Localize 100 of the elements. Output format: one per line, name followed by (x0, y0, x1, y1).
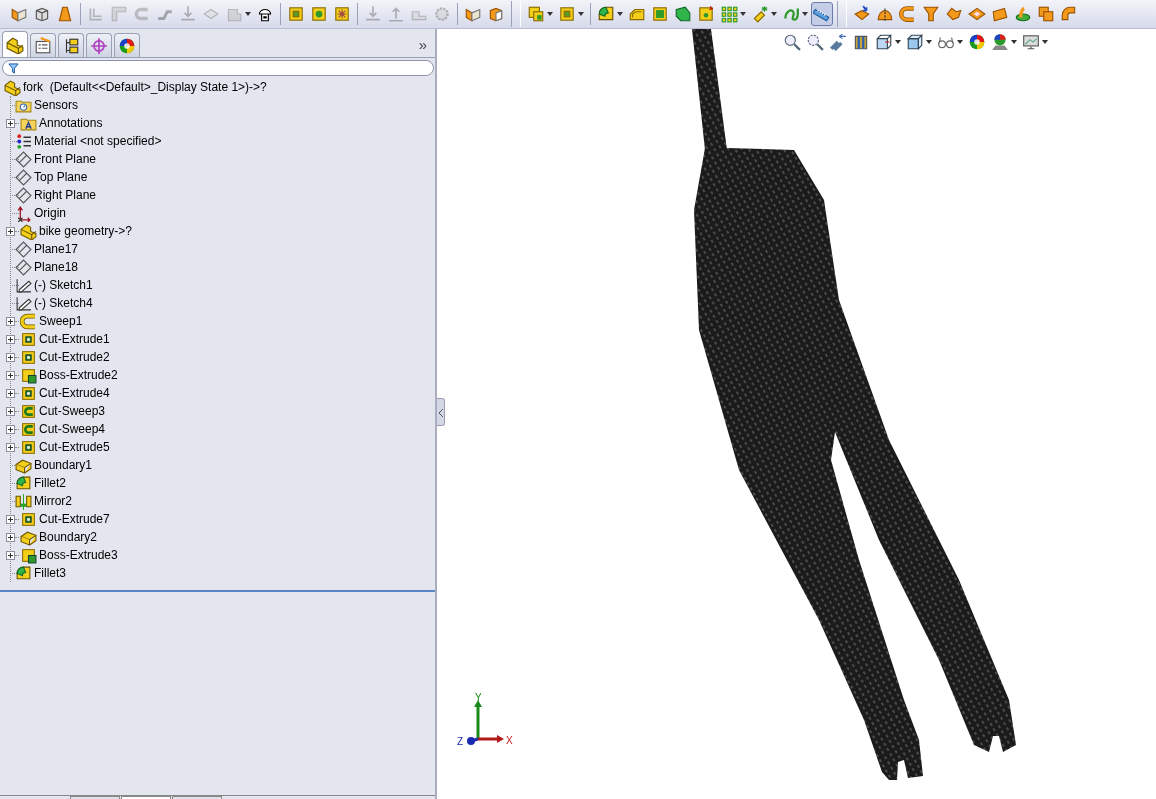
color-ball-icon (968, 33, 986, 51)
tree-item[interactable]: Sweep1 (37, 313, 85, 329)
expand-panel-button[interactable]: » (412, 37, 433, 52)
hook-icon (899, 5, 917, 23)
toolbar-grip[interactable] (511, 1, 521, 27)
expand-toggle[interactable] (6, 550, 15, 560)
bottom-tab[interactable] (172, 796, 222, 799)
panel-tab[interactable] (58, 33, 84, 57)
tree-item[interactable]: bike geometry->? (37, 223, 135, 239)
filter-field[interactable] (2, 60, 434, 76)
expand-toggle[interactable] (6, 424, 15, 434)
diamond-icon (968, 5, 986, 23)
tree-item[interactable]: Front Plane (32, 151, 99, 167)
expand-toggle[interactable] (6, 532, 15, 542)
tree-item[interactable]: Plane18 (32, 259, 81, 275)
tree-item[interactable]: Cut-Extrude4 (37, 385, 112, 401)
panel-tab[interactable] (2, 31, 28, 57)
box-icon (697, 5, 715, 23)
binoculars-button[interactable] (828, 32, 848, 52)
sheet-stack-icon (1037, 5, 1055, 23)
x-axis-label: X (506, 735, 513, 746)
expand-toggle[interactable] (6, 388, 15, 398)
cube-icon (33, 5, 51, 23)
tree-item[interactable]: Top Plane (32, 169, 90, 185)
tree-item[interactable]: Annotations (37, 115, 105, 131)
tree-item[interactable]: (-) Sketch1 (32, 277, 95, 293)
tree-item[interactable]: Right Plane (32, 187, 99, 203)
tree-item[interactable]: Boss-Extrude3 (37, 547, 120, 563)
section-view-icon (852, 33, 870, 51)
part-icon (6, 35, 24, 54)
tree-item[interactable]: Cut-Sweep3 (37, 403, 108, 419)
cut-feature-icon (20, 348, 37, 366)
cut-sweep-feature-icon (20, 420, 37, 438)
color-ball-button[interactable] (967, 32, 987, 52)
bottom-tab[interactable] (121, 796, 171, 799)
tree-item[interactable]: Boundary2 (37, 529, 100, 545)
axis-triad-drawing (467, 700, 504, 745)
sparkle-icon (751, 5, 769, 23)
expand-toggle[interactable] (6, 316, 15, 326)
tree-item[interactable]: Mirror2 (32, 493, 74, 509)
tree-item[interactable]: fork (Default<<Default>_Display State 1>)->? (21, 79, 269, 95)
tree-item[interactable]: (-) Sketch4 (32, 295, 95, 311)
toolbar-grip[interactable] (837, 1, 847, 27)
tree-item[interactable]: Plane17 (32, 241, 81, 257)
panel-tab[interactable] (114, 33, 140, 57)
boss-feature-icon (20, 546, 37, 564)
expand-toggle[interactable] (6, 118, 15, 128)
expand-toggle[interactable] (6, 226, 15, 236)
scene-button[interactable] (990, 32, 1018, 52)
plane-icon (15, 150, 32, 168)
magnifier-button[interactable] (782, 32, 802, 52)
cube-button[interactable] (874, 32, 902, 52)
sketch-icon (15, 294, 32, 312)
caret-icon (1011, 40, 1017, 44)
bent-sheet-icon (87, 5, 105, 23)
monitor-button[interactable] (1021, 32, 1049, 52)
tree-item[interactable]: Cut-Extrude7 (37, 511, 112, 527)
hook-icon (133, 5, 151, 23)
caret-icon (895, 40, 901, 44)
caret-icon (1042, 40, 1048, 44)
tree-item[interactable]: Fillet2 (32, 475, 68, 491)
cube-button[interactable] (905, 32, 933, 52)
corner-icon (110, 5, 128, 23)
sketch-icon (15, 276, 32, 294)
monitor-icon (1022, 33, 1040, 51)
filter-icon (8, 62, 19, 74)
tree-item[interactable]: Fillet3 (32, 565, 68, 581)
fillet-feature-icon (15, 564, 32, 582)
tree-item[interactable]: Cut-Extrude1 (37, 331, 112, 347)
cut-sweep-feature-icon (20, 402, 37, 420)
binoculars-icon (829, 33, 847, 51)
tree-item[interactable]: Cut-Extrude2 (37, 349, 112, 365)
panel-collapse-handle[interactable] (437, 398, 445, 426)
plane-icon (15, 240, 32, 258)
tree-item[interactable]: Origin (32, 205, 68, 221)
tree-item[interactable]: Sensors (32, 97, 81, 113)
box-icon (287, 5, 305, 23)
magnifier-icon (783, 33, 801, 51)
bottom-tab[interactable] (70, 796, 120, 799)
tree-item[interactable]: Boundary1 (32, 457, 95, 473)
expand-toggle[interactable] (6, 370, 15, 380)
caret-icon (245, 12, 251, 16)
caret-icon (926, 40, 932, 44)
cut-feature-icon (20, 510, 37, 528)
expand-toggle[interactable] (6, 406, 15, 416)
part-icon (4, 78, 21, 96)
expand-toggle[interactable] (6, 352, 15, 362)
panel-tab[interactable] (30, 33, 56, 57)
ruler-button[interactable] (811, 2, 833, 26)
plane-icon (15, 258, 32, 276)
caret-icon (578, 12, 584, 16)
expand-toggle[interactable] (6, 442, 15, 452)
tree-item[interactable]: Material <not specified> (32, 133, 164, 149)
expand-toggle[interactable] (6, 334, 15, 344)
magnifier-button[interactable] (805, 32, 825, 52)
tree-item[interactable]: Cut-Sweep4 (37, 421, 108, 437)
expand-toggle[interactable] (6, 514, 15, 524)
y-axis-label: Y (475, 693, 482, 703)
tree-item[interactable]: Boss-Extrude2 (37, 367, 120, 383)
tree-item[interactable]: Cut-Extrude5 (37, 439, 112, 455)
